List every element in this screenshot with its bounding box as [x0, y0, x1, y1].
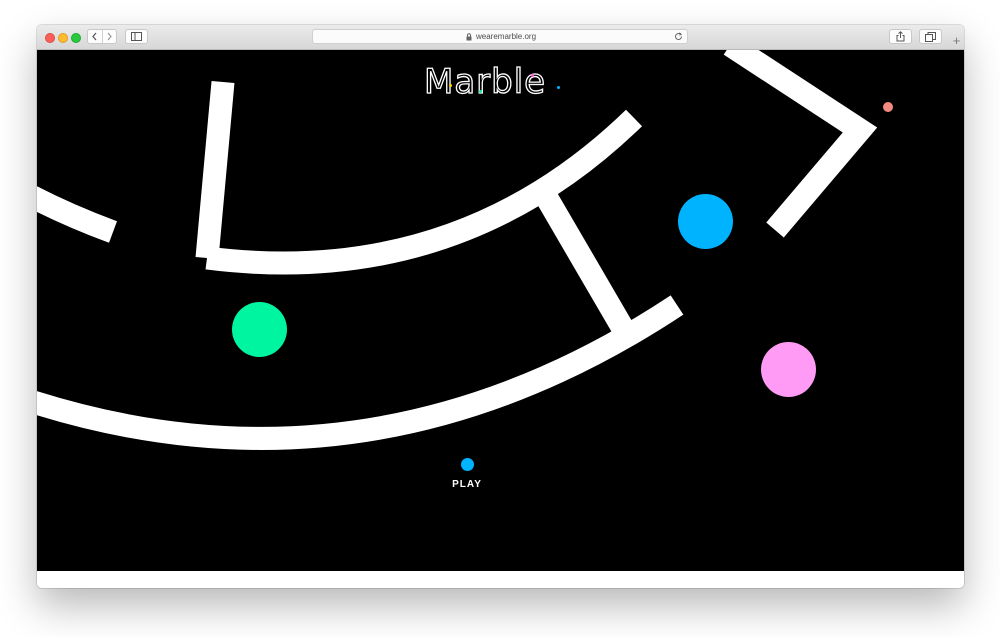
maze-wall-left-arc — [37, 186, 117, 243]
marble-blue[interactable] — [678, 194, 733, 249]
history-nav-group — [87, 29, 117, 44]
marble-salmon[interactable] — [883, 102, 893, 112]
url-text: wearemarble.org — [476, 32, 537, 41]
logo-accent-dot — [531, 74, 534, 77]
play-marble-icon[interactable] — [461, 458, 474, 471]
chevron-right-icon — [107, 32, 112, 41]
minimize-window-button[interactable] — [58, 33, 68, 43]
sidebar-icon — [131, 32, 142, 41]
logo-accent-dot — [449, 84, 452, 87]
browser-toolbar: wearemarble.org + — [37, 25, 964, 50]
sidebar-button[interactable] — [125, 29, 148, 44]
lock-icon — [466, 33, 472, 41]
play-button[interactable]: PLAY — [452, 479, 482, 490]
address-bar[interactable]: wearemarble.org — [312, 29, 688, 44]
game-canvas[interactable]: Marble PLAY — [37, 50, 964, 571]
page-bottom-strip — [37, 571, 964, 588]
reload-icon[interactable] — [674, 32, 683, 41]
close-window-button[interactable] — [45, 33, 55, 43]
marble-logo[interactable]: Marble — [423, 64, 546, 99]
maze-wall-lower-arc — [37, 295, 684, 450]
marble-green[interactable] — [232, 302, 287, 357]
forward-button[interactable] — [101, 30, 117, 43]
marble-pink[interactable] — [761, 342, 816, 397]
back-button[interactable] — [88, 30, 102, 43]
browser-window: wearemarble.org + Marble PLAY — [37, 25, 964, 588]
new-tab-button[interactable]: + — [949, 32, 964, 49]
logo-accent-dot — [557, 86, 560, 89]
share-button[interactable] — [889, 29, 912, 44]
logo-accent-dot — [479, 90, 482, 93]
share-icon — [896, 31, 905, 42]
plus-icon: + — [952, 33, 961, 48]
maze-walls — [37, 50, 878, 450]
show-tabs-button[interactable] — [919, 29, 942, 44]
zoom-window-button[interactable] — [71, 33, 81, 43]
maze-wall-vertical — [195, 80, 235, 260]
tabs-icon — [925, 31, 936, 42]
chevron-left-icon — [92, 32, 97, 41]
maze-wall-chevron — [723, 50, 878, 238]
maze-wall-connector — [534, 187, 635, 338]
